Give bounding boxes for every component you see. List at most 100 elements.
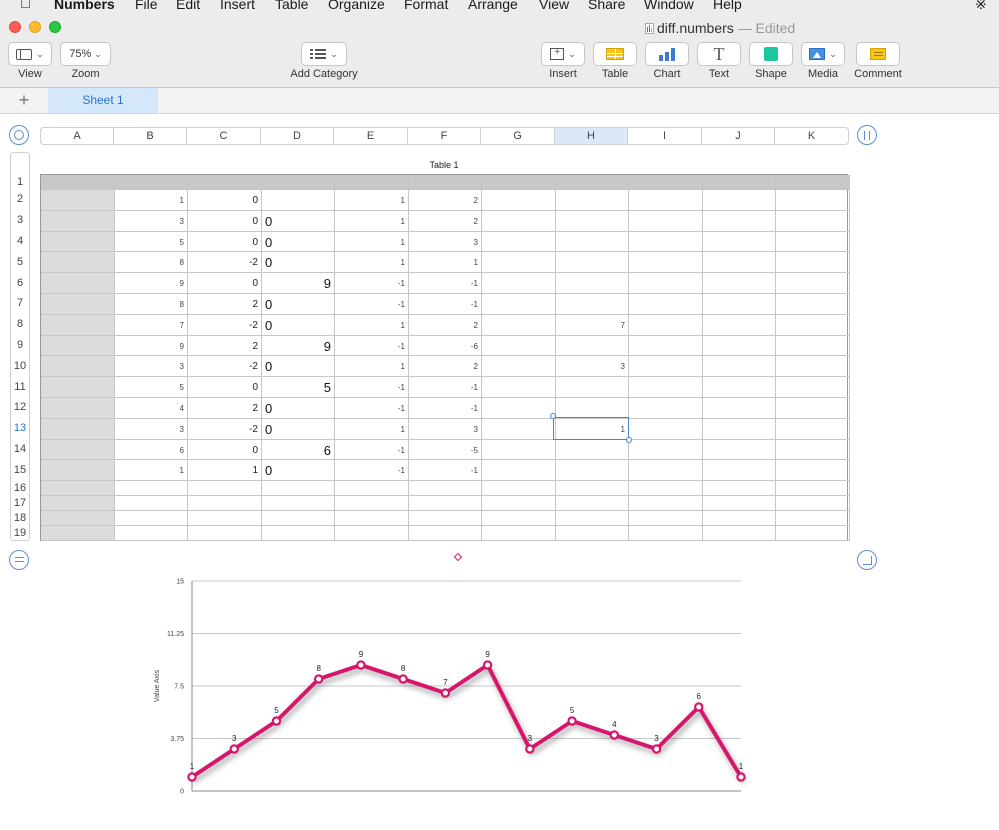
cell-j9[interactable] [703, 335, 776, 357]
cell-k15[interactable] [776, 460, 850, 482]
menu-arrange[interactable]: Arrange [468, 0, 518, 12]
cell-e10[interactable]: 1 [335, 356, 409, 378]
row-header-9[interactable]: 9 [10, 339, 30, 351]
column-header-d[interactable]: D [261, 127, 334, 145]
cell-j8[interactable] [703, 314, 776, 336]
text-button[interactable]: T [697, 42, 741, 66]
cell-h8[interactable]: 7 [556, 314, 629, 336]
cell-a15[interactable] [41, 460, 115, 482]
cell-g14[interactable] [482, 439, 556, 461]
column-header-f[interactable]: F [408, 127, 481, 145]
cell-f4[interactable]: 3 [409, 231, 482, 253]
cell-k9[interactable] [776, 335, 850, 357]
cell-b17[interactable] [115, 496, 188, 512]
cell-e15[interactable]: -1 [335, 460, 409, 482]
cell-c11[interactable]: 0 [188, 377, 262, 398]
cell-d4[interactable]: 0 [262, 231, 335, 253]
cell-d6[interactable]: 9 [262, 273, 335, 294]
table-title[interactable]: Table 1 [40, 160, 848, 170]
cell-k1[interactable] [776, 175, 850, 190]
cell-g15[interactable] [482, 460, 556, 482]
cell-h11[interactable] [556, 377, 629, 398]
cell-g13[interactable] [482, 418, 556, 440]
row-header-18[interactable]: 18 [10, 512, 30, 524]
cell-g12[interactable] [482, 398, 556, 419]
cell-i4[interactable] [629, 231, 703, 253]
cell-d9[interactable]: 9 [262, 335, 335, 357]
cell-a19[interactable] [41, 526, 115, 542]
cell-a6[interactable] [41, 273, 115, 294]
cell-g7[interactable] [482, 294, 556, 315]
cell-g1[interactable] [482, 175, 556, 190]
cell-a7[interactable] [41, 294, 115, 315]
cell-i1[interactable] [629, 175, 703, 190]
row-header-1[interactable]: 1 [10, 176, 30, 188]
cell-e14[interactable]: -1 [335, 439, 409, 461]
row-header-7[interactable]: 7 [10, 297, 30, 309]
cell-e1[interactable] [335, 175, 409, 190]
cell-d3[interactable]: 0 [262, 210, 335, 232]
cell-d19[interactable] [262, 526, 335, 542]
row-header-11[interactable]: 11 [10, 381, 30, 393]
cell-g9[interactable] [482, 335, 556, 357]
cell-e9[interactable]: -1 [335, 335, 409, 357]
row-header-13[interactable]: 13 [10, 422, 30, 434]
cell-j19[interactable] [703, 526, 776, 542]
cell-i8[interactable] [629, 314, 703, 336]
cell-a2[interactable] [41, 190, 115, 211]
cell-g3[interactable] [482, 210, 556, 232]
cell-k11[interactable] [776, 377, 850, 398]
menu-edit[interactable]: Edit [176, 0, 200, 12]
menu-insert[interactable]: Insert [220, 0, 255, 12]
cell-i11[interactable] [629, 377, 703, 398]
cell-k6[interactable] [776, 273, 850, 294]
cell-h18[interactable] [556, 511, 629, 527]
cell-e2[interactable]: 1 [335, 190, 409, 211]
cell-k13[interactable] [776, 418, 850, 440]
cell-b11[interactable]: 5 [115, 377, 188, 398]
cell-h9[interactable] [556, 335, 629, 357]
cell-e8[interactable]: 1 [335, 314, 409, 336]
cell-i3[interactable] [629, 210, 703, 232]
cell-i14[interactable] [629, 439, 703, 461]
row-header-15[interactable]: 15 [10, 464, 30, 476]
cell-c1[interactable] [188, 175, 262, 190]
cell-d15[interactable]: 0 [262, 460, 335, 482]
cell-j14[interactable] [703, 439, 776, 461]
cell-c4[interactable]: 0 [188, 231, 262, 253]
cell-e17[interactable] [335, 496, 409, 512]
cell-g10[interactable] [482, 356, 556, 378]
cell-a9[interactable] [41, 335, 115, 357]
cell-d18[interactable] [262, 511, 335, 527]
cell-i6[interactable] [629, 273, 703, 294]
cell-j11[interactable] [703, 377, 776, 398]
cell-a10[interactable] [41, 356, 115, 378]
cell-g18[interactable] [482, 511, 556, 527]
cell-g2[interactable] [482, 190, 556, 211]
row-header-8[interactable]: 8 [10, 318, 30, 330]
cell-e16[interactable] [335, 481, 409, 497]
cell-j1[interactable] [703, 175, 776, 190]
cell-g5[interactable] [482, 252, 556, 274]
row-header-corner[interactable] [10, 152, 30, 174]
cell-k5[interactable] [776, 252, 850, 274]
cell-b7[interactable]: 8 [115, 294, 188, 315]
cell-k2[interactable] [776, 190, 850, 211]
cell-a17[interactable] [41, 496, 115, 512]
cell-h17[interactable] [556, 496, 629, 512]
minimize-window-button[interactable] [29, 21, 41, 33]
row-header-16[interactable]: 16 [10, 482, 30, 494]
cell-i2[interactable] [629, 190, 703, 211]
cell-d2[interactable] [262, 190, 335, 211]
cell-k4[interactable] [776, 231, 850, 253]
row-header-4[interactable]: 4 [10, 235, 30, 247]
cell-c17[interactable] [188, 496, 262, 512]
cell-j16[interactable] [703, 481, 776, 497]
cell-e7[interactable]: -1 [335, 294, 409, 315]
cell-c16[interactable] [188, 481, 262, 497]
cell-k18[interactable] [776, 511, 850, 527]
cell-b18[interactable] [115, 511, 188, 527]
cell-f14[interactable]: -5 [409, 439, 482, 461]
cell-c8[interactable]: -2 [188, 314, 262, 336]
cell-k17[interactable] [776, 496, 850, 512]
